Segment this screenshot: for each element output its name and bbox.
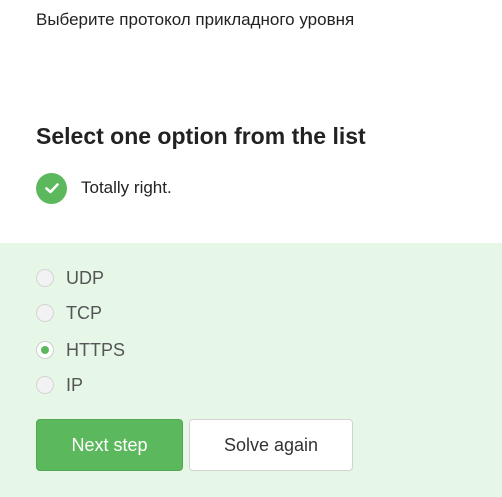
feedback-message: Totally right. <box>36 172 172 204</box>
radio-button[interactable] <box>36 376 54 394</box>
option-label: HTTPS <box>66 339 126 360</box>
radio-button[interactable] <box>36 269 54 287</box>
next-step-button[interactable]: Next step <box>36 419 183 471</box>
radio-button[interactable] <box>36 304 54 322</box>
feedback-text: Totally right. <box>81 178 172 197</box>
option-https[interactable]: HTTPS <box>36 339 125 361</box>
option-ip[interactable]: IP <box>36 374 83 396</box>
question-text: Выберите протокол прикладного уровня <box>36 10 355 29</box>
option-label: TCP <box>66 302 102 323</box>
option-tcp[interactable]: TCP <box>36 302 102 324</box>
option-label: UDP <box>66 267 105 288</box>
radio-selected-dot <box>41 346 49 354</box>
solve-again-button[interactable]: Solve again <box>189 419 353 471</box>
radio-button-selected[interactable] <box>36 341 54 359</box>
option-udp[interactable]: UDP <box>36 267 104 289</box>
instruction-heading: Select one option from the list <box>36 123 366 149</box>
check-circle-icon <box>36 172 67 204</box>
option-label: IP <box>66 374 84 395</box>
